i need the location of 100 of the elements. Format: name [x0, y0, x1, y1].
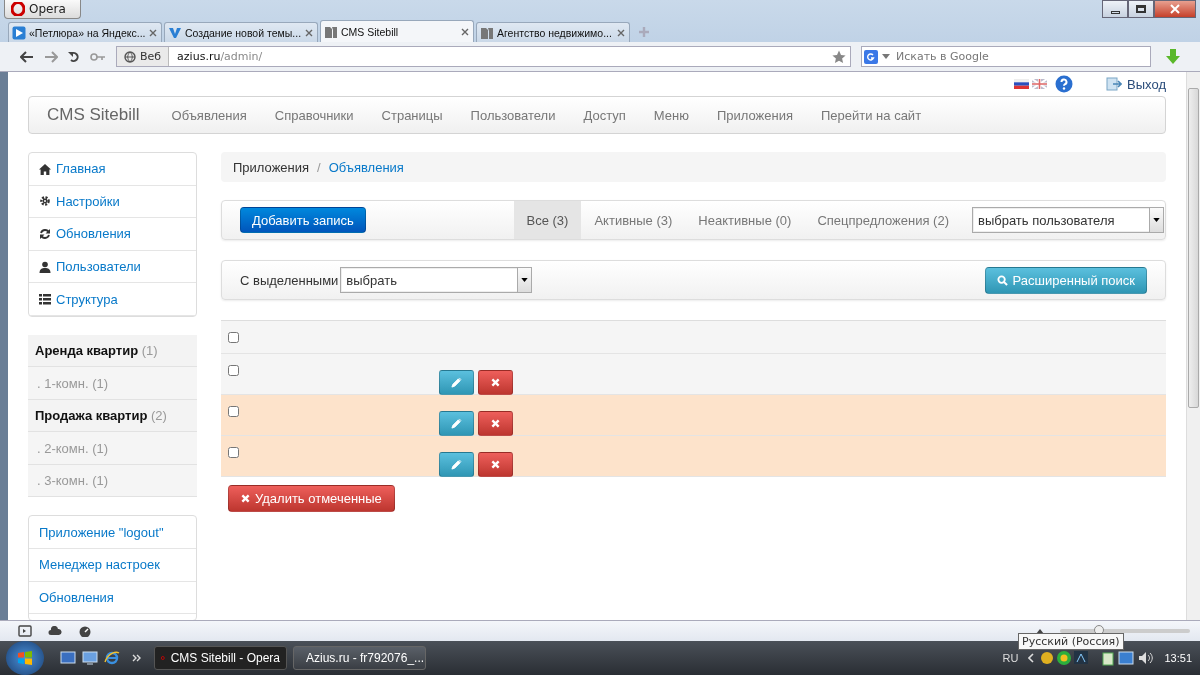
category-item[interactable]: . 3-комн. (1): [28, 464, 197, 498]
sidebar-link[interactable]: Приложение "logout": [29, 516, 196, 550]
pencil-icon: [451, 377, 462, 388]
browser-tab[interactable]: CMS Sitebill: [320, 20, 474, 42]
sidebar-link[interactable]: Менеджер настроек: [29, 549, 196, 582]
nav-link[interactable]: Объявления: [171, 107, 247, 123]
chevron-left-icon[interactable]: [1028, 653, 1035, 663]
caret-icon[interactable]: [882, 54, 890, 59]
logout-link[interactable]: Выход: [1106, 76, 1166, 92]
scrollbar[interactable]: [1186, 72, 1200, 620]
close-icon[interactable]: [149, 28, 157, 37]
clock: 13:51: [1164, 652, 1192, 664]
add-record-button[interactable]: Добавить запись: [240, 207, 366, 233]
up-arrow-icon[interactable]: [1036, 628, 1044, 634]
browser-tab[interactable]: Агентство недвижимо...: [476, 22, 630, 42]
browser-tab[interactable]: Создание новой темы...: [164, 22, 318, 42]
bulk-action-select[interactable]: выбрать: [340, 267, 533, 293]
filter-tab[interactable]: Активные (3): [581, 201, 686, 239]
windows-logo-icon: [17, 650, 33, 666]
edit-button[interactable]: [439, 452, 474, 477]
cloud-icon[interactable]: [48, 626, 62, 636]
gauge-icon[interactable]: [78, 625, 92, 637]
user-icon: [39, 260, 51, 273]
nav-link[interactable]: Страницы: [381, 107, 443, 123]
brand-link[interactable]: CMS Sitebill: [47, 105, 140, 125]
search-field[interactable]: Искать в Google: [861, 46, 1151, 67]
filter-tab[interactable]: Неактивные (0): [685, 201, 805, 239]
close-icon: [491, 460, 500, 469]
close-icon[interactable]: [617, 28, 625, 37]
search-icon: [996, 274, 1008, 286]
web-badge[interactable]: Веб: [117, 47, 170, 66]
sidebar-item[interactable]: Пользователи: [29, 250, 196, 284]
system-tray-drawing[interactable]: [1102, 650, 1155, 666]
advanced-search-button[interactable]: Расширенный поиск: [984, 266, 1147, 294]
close-icon: [1170, 4, 1180, 14]
nav-link[interactable]: Перейти на сайт: [821, 107, 922, 123]
star-icon[interactable]: [832, 49, 846, 64]
category-item[interactable]: Продажа квартир (2): [28, 399, 197, 433]
reload-icon[interactable]: [68, 50, 80, 63]
delete-button[interactable]: [478, 452, 513, 477]
nav-link[interactable]: Справочники: [274, 107, 354, 123]
close-button[interactable]: [1154, 0, 1196, 18]
taskbar-button[interactable]: Azius.ru - fr792076_...: [293, 646, 426, 670]
sidebar-item[interactable]: Настройки: [29, 185, 196, 219]
edit-button[interactable]: [439, 370, 474, 395]
refresh-icon: [39, 228, 51, 240]
edit-button[interactable]: [439, 411, 474, 436]
breadcrumb-link[interactable]: Объявления: [328, 159, 404, 175]
panel-icon[interactable]: [18, 625, 32, 637]
category-item[interactable]: Аренда квартир (1): [28, 334, 197, 368]
opera-logo-icon: [11, 2, 25, 16]
nav-link[interactable]: Приложения: [716, 107, 793, 123]
browser-e-icon[interactable]: [104, 650, 120, 666]
close-icon[interactable]: [461, 27, 469, 36]
checkbox[interactable]: [228, 447, 239, 458]
nav-link[interactable]: Меню: [653, 107, 689, 123]
checkbox[interactable]: [228, 365, 239, 376]
checkbox[interactable]: [228, 406, 239, 417]
minimize-button[interactable]: [1102, 0, 1128, 18]
category-item[interactable]: . 2-комн. (1): [28, 432, 197, 465]
close-icon[interactable]: [305, 28, 313, 37]
nav-link[interactable]: Пользователи: [470, 107, 556, 123]
site-logo-icon: [480, 25, 494, 40]
address-field[interactable]: Веб azius.ru/admin/: [116, 46, 851, 67]
filter-tab[interactable]: Все (3): [513, 201, 582, 239]
category-item[interactable]: . 1-комн. (1): [28, 367, 197, 400]
play-icon: [12, 25, 26, 40]
breadcrumb-link[interactable]: Приложения: [233, 159, 310, 175]
sidebar-item[interactable]: Главная: [29, 153, 196, 186]
chevron-icon[interactable]: [132, 654, 142, 662]
delete-selected-button[interactable]: Удалить отмеченные: [228, 485, 395, 512]
delete-button[interactable]: [478, 411, 513, 436]
russian-flag-icon: [1014, 79, 1030, 89]
close-icon: [491, 378, 500, 387]
monitor-icon[interactable]: [82, 651, 98, 665]
help-icon[interactable]: [1055, 75, 1074, 93]
sidebar-link[interactable]: Обновления: [29, 581, 196, 615]
close-icon: [241, 494, 250, 503]
start-button[interactable]: [6, 641, 44, 675]
user-select[interactable]: выбрать пользователя: [972, 207, 1164, 233]
browser-tab[interactable]: «Петлюра» на Яндекс...: [8, 22, 162, 42]
desktop-icon[interactable]: [60, 651, 76, 665]
exit-icon: [1106, 77, 1123, 91]
opera-menu-button[interactable]: Opera: [4, 0, 81, 19]
bulk-label: С выделенными: [240, 272, 339, 288]
sidebar-item[interactable]: Обновления: [29, 218, 196, 251]
taskbar-button[interactable]: CMS Sitebill - Opera: [154, 646, 287, 670]
sidebar-item[interactable]: Структура: [29, 283, 196, 316]
caret-icon: [1153, 218, 1160, 222]
site-logo-icon: [324, 24, 338, 39]
british-flag-icon: [1032, 79, 1048, 89]
delete-button[interactable]: [478, 370, 513, 395]
filter-tab[interactable]: Спецпредложения (2): [804, 201, 962, 239]
pencil-icon: [451, 418, 462, 429]
maximize-button[interactable]: [1128, 0, 1154, 18]
nav-link[interactable]: Доступ: [583, 107, 626, 123]
checkbox[interactable]: [228, 332, 239, 343]
gear-icon: [39, 195, 51, 208]
language-indicator[interactable]: RU: [1002, 652, 1019, 664]
back-icon[interactable]: [20, 50, 34, 63]
